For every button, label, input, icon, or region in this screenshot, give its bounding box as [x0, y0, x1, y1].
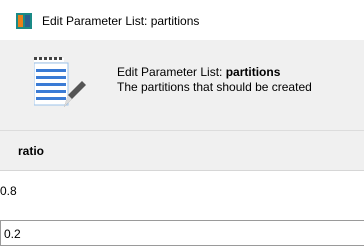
column-header-label: ratio [18, 144, 45, 158]
parameter-name: partitions [225, 65, 281, 79]
title-bar: Edit Parameter List: partitions [0, 0, 364, 40]
table-row[interactable]: 0.8 [0, 178, 364, 204]
header-title: Edit Parameter List: partitions [117, 65, 280, 79]
header-title-prefix: Edit Parameter List: [117, 65, 226, 79]
dialog-header: Edit Parameter List: partitions The part… [0, 40, 364, 130]
window-title: Edit Parameter List: partitions [42, 14, 200, 28]
ratio-cell-editor[interactable]: 0.2 [4, 227, 21, 241]
table-row-editing[interactable]: 0.2 [0, 220, 364, 246]
column-header-ratio[interactable]: ratio [0, 131, 364, 171]
app-icon [16, 13, 32, 29]
ratio-cell: 0.8 [0, 184, 17, 198]
header-description: The partitions that should be created [117, 80, 312, 94]
edit-list-icon [34, 57, 86, 107]
